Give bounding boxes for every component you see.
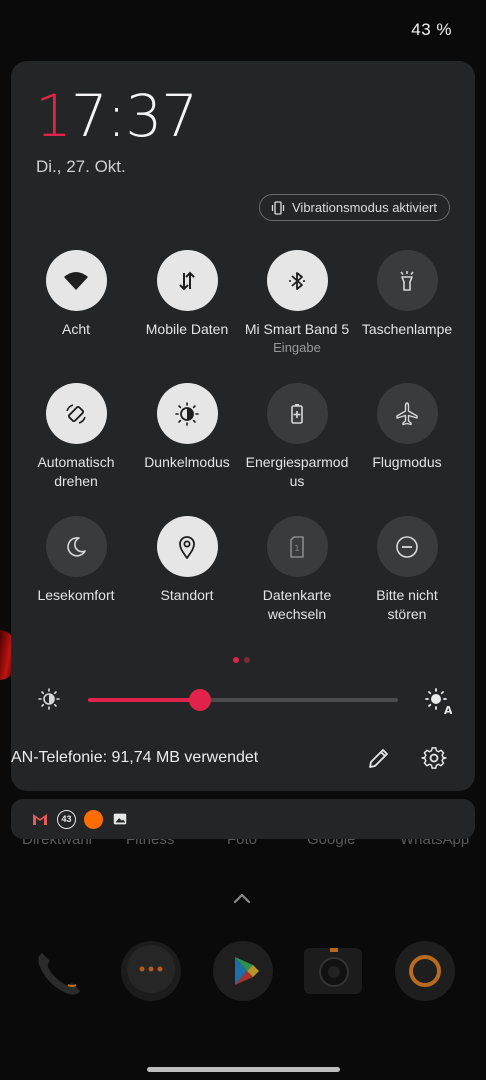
tile-airplane-label: Flugmodus (372, 454, 442, 470)
tile-bluetooth-label: Mi Smart Band 5 (244, 321, 350, 337)
brightness-slider[interactable] (88, 689, 398, 711)
tile-mobile-data-toggle[interactable] (156, 250, 218, 311)
orange-dot-icon (84, 809, 103, 829)
vibration-icon (271, 200, 285, 215)
tile-battery-saver-label: Energiesparmod us (242, 453, 352, 491)
dark-mode-icon (175, 401, 199, 426)
tile-sim-switch-label: Datenkarte wechseln (242, 586, 352, 624)
tile-battery-saver[interactable]: Energiesparmod us (242, 383, 352, 491)
gear-icon[interactable] (421, 745, 447, 771)
bluetooth-icon (289, 271, 305, 290)
tile-wifi[interactable]: Acht (21, 250, 131, 339)
quick-settings-panel: 17:37 Di., 27. Okt. Vibrationsmodus akti… (11, 61, 475, 791)
tile-do-not-disturb-toggle[interactable] (376, 516, 438, 577)
tile-do-not-disturb-label-line2: stören (387, 606, 427, 622)
tile-do-not-disturb-label-line1: Bitte nicht (376, 587, 438, 603)
date[interactable]: Di., 27. Okt. (36, 157, 126, 177)
brightness-slider-fill (88, 698, 200, 702)
tile-battery-saver-toggle[interactable] (266, 383, 328, 444)
tile-sim-switch-label-line2: wechseln (267, 606, 327, 622)
tile-auto-rotate-label: Automatisch drehen (21, 453, 131, 491)
gesture-navigation-bar[interactable] (147, 1067, 340, 1072)
tile-wifi-toggle[interactable] (45, 250, 107, 311)
tile-flashlight-label: Taschenlampe (361, 321, 453, 337)
tile-reading-mode-toggle[interactable] (45, 516, 107, 577)
tile-location-label: Standort (160, 587, 214, 603)
tile-bluetooth-sublabel: Eingabe (273, 340, 321, 355)
svg-text:1: 1 (294, 544, 299, 553)
gmail-icon (31, 810, 49, 828)
tile-auto-rotate-toggle[interactable] (45, 383, 107, 444)
tile-bluetooth-toggle[interactable] (266, 250, 328, 311)
tile-reading-mode[interactable]: Lesekomfort (21, 516, 131, 605)
battery-percentage: 43 % (411, 20, 452, 39)
tile-reading-mode-label: Lesekomfort (37, 587, 115, 603)
do-not-disturb-icon (396, 535, 418, 558)
clock-rest: 7:37 (70, 82, 198, 150)
data-usage-text: AN-Telefonie: 91,74 MB verwendet (11, 749, 259, 766)
tile-bluetooth[interactable]: Mi Smart Band 5 Eingabe (242, 250, 352, 356)
tile-location-toggle[interactable] (156, 516, 218, 577)
tile-do-not-disturb-label: Bitte nicht stören (352, 586, 462, 624)
camera-icon[interactable] (304, 948, 362, 994)
tile-wifi-label: Acht (61, 321, 90, 337)
flashlight-icon (400, 270, 414, 291)
edit-icon[interactable] (366, 745, 392, 771)
tile-location[interactable]: Standort (132, 516, 242, 605)
clock-first-digit: 1 (35, 82, 72, 150)
tile-airplane-toggle[interactable] (376, 383, 438, 444)
location-icon (179, 535, 195, 559)
play-store-icon[interactable] (213, 941, 273, 1001)
browser-icon[interactable] (395, 941, 455, 1001)
tile-battery-saver-label-line2: us (289, 473, 305, 489)
tile-battery-saver-label-line1: Energiesparmod (245, 454, 349, 470)
tile-auto-rotate-label-line1: Automatisch (37, 454, 115, 470)
messages-icon[interactable] (121, 941, 181, 1001)
notification-icons-bar[interactable]: 43 (11, 799, 475, 839)
tile-dark-mode[interactable]: Dunkelmodus (132, 383, 242, 472)
vibration-mode-chip[interactable]: Vibrationsmodus aktiviert (259, 194, 450, 221)
tile-mobile-data-label: Mobile Daten (145, 321, 229, 337)
badge-43-icon: 43 (57, 809, 76, 829)
tile-dark-mode-label: Dunkelmodus (144, 454, 230, 470)
tile-auto-rotate-label-line2: drehen (54, 473, 98, 489)
sim-card-icon: 1 (290, 535, 304, 558)
tile-dark-mode-toggle[interactable] (156, 383, 218, 444)
tile-airplane[interactable]: Flugmodus (352, 383, 462, 472)
moon-icon (67, 536, 86, 557)
clock[interactable]: 17:37 (35, 87, 198, 145)
tile-sim-switch[interactable]: 1 Datenkarte wechseln (242, 516, 352, 624)
tile-sim-switch-toggle[interactable]: 1 (266, 516, 328, 577)
vibration-chip-label: Vibrationsmodus aktiviert (292, 200, 437, 215)
wifi-icon (64, 271, 88, 290)
svg-text:A: A (444, 704, 452, 715)
app-drawer-chevron-icon[interactable] (232, 890, 252, 906)
battery-saver-icon (291, 403, 303, 424)
auto-brightness-icon[interactable]: A (424, 687, 452, 715)
phone-icon[interactable] (28, 941, 88, 1001)
auto-rotate-icon (66, 403, 86, 424)
mobile-data-icon (179, 271, 195, 290)
tile-sim-switch-label-line1: Datenkarte (262, 587, 332, 603)
tile-flashlight-toggle[interactable] (376, 250, 438, 311)
tile-flashlight[interactable]: Taschenlampe (352, 250, 462, 339)
brightness-low-icon (38, 688, 60, 710)
image-icon (111, 810, 129, 828)
brightness-slider-thumb[interactable] (188, 689, 211, 711)
page-dot-active[interactable] (233, 657, 239, 663)
tile-auto-rotate[interactable]: Automatisch drehen (21, 383, 131, 491)
page-indicator (233, 657, 250, 663)
tile-mobile-data[interactable]: Mobile Daten (132, 250, 242, 339)
page-dot-inactive[interactable] (244, 657, 250, 663)
airplane-icon (396, 401, 418, 425)
tile-do-not-disturb[interactable]: Bitte nicht stören (352, 516, 462, 624)
